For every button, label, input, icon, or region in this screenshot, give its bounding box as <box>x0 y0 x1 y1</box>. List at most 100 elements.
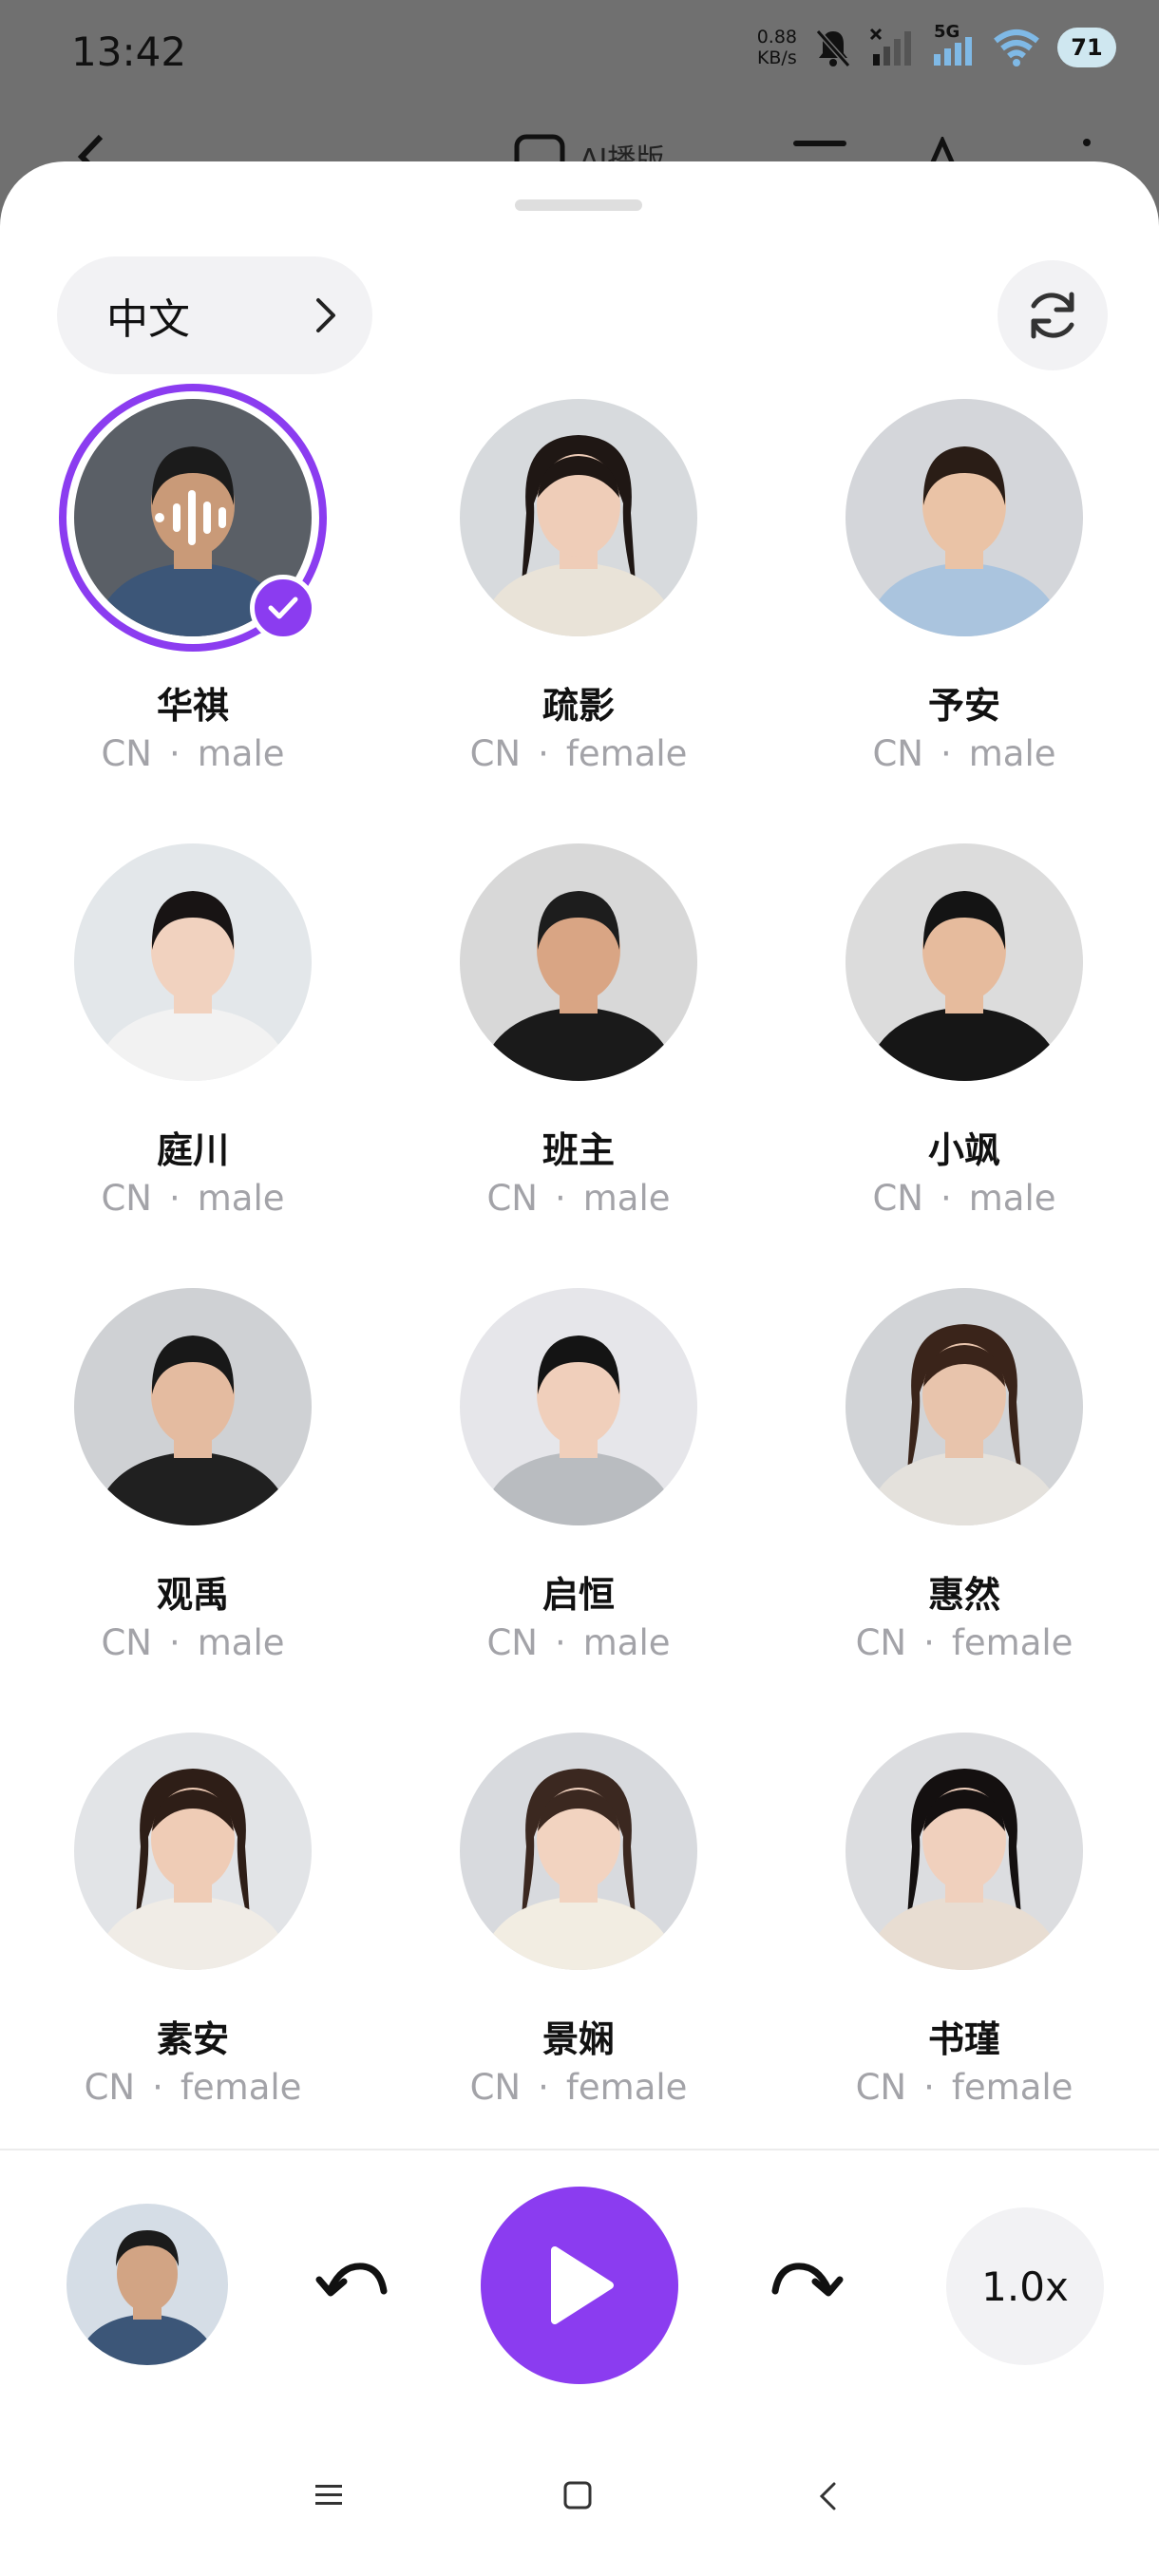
voice-avatar[interactable] <box>460 399 697 636</box>
voice-region: CN <box>101 1622 152 1663</box>
voice-item[interactable]: 华祺 CN · male <box>41 384 345 774</box>
voice-name: 予安 <box>927 685 1000 727</box>
network-speed: 0.88 KB/s <box>756 27 797 68</box>
recent-apps-icon[interactable] <box>314 2481 344 2510</box>
separator-dot: · <box>168 733 180 774</box>
voice-name: 班主 <box>542 1129 615 1171</box>
voice-avatar[interactable] <box>74 1288 312 1525</box>
rewind-icon[interactable] <box>314 2253 390 2310</box>
voice-gender: male <box>197 1622 285 1663</box>
voice-gender: female <box>565 2067 688 2108</box>
voice-avatar[interactable] <box>846 1288 1083 1525</box>
voice-name: 启恒 <box>542 1574 615 1616</box>
voice-name: 小飒 <box>927 1129 1000 1171</box>
voice-name: 华祺 <box>156 685 229 727</box>
language-label: 中文 <box>106 295 190 344</box>
voice-region: CN <box>101 1178 152 1219</box>
voice-gender: male <box>197 1178 285 1219</box>
voice-item[interactable]: 观禹 CN · male <box>41 1288 345 1663</box>
voice-gender: female <box>951 1622 1074 1663</box>
voice-region: CN <box>101 733 152 774</box>
voice-gender: female <box>565 733 688 774</box>
status-icons: 0.88 KB/s 5G 71 <box>756 22 1116 68</box>
voice-avatar[interactable] <box>846 1733 1083 1970</box>
avatar-portrait <box>74 1288 312 1525</box>
voice-region: CN <box>855 2067 907 2108</box>
signal-no-service-icon <box>869 28 911 66</box>
battery-indicator: 71 <box>1057 28 1116 67</box>
play-icon <box>551 2246 614 2324</box>
voice-item[interactable]: 小飒 CN · male <box>812 843 1116 1219</box>
avatar-portrait <box>74 843 312 1081</box>
voice-item[interactable]: 班主 CN · male <box>427 843 731 1219</box>
voice-name: 观禹 <box>156 1574 229 1616</box>
voice-meta: CN · female <box>427 733 731 774</box>
voice-avatar[interactable] <box>74 843 312 1081</box>
voice-avatar[interactable] <box>74 1733 312 1970</box>
voice-meta: CN · male <box>812 1178 1116 1219</box>
voice-meta: CN · female <box>812 2067 1116 2108</box>
system-nav-bar <box>0 2415 1159 2576</box>
refresh-button[interactable] <box>998 260 1108 370</box>
voice-avatar[interactable] <box>846 843 1083 1081</box>
voice-item[interactable]: 疏影 CN · female <box>427 399 731 774</box>
voice-avatar[interactable] <box>460 843 697 1081</box>
playback-speed-button[interactable]: 1.0x <box>946 2207 1104 2365</box>
forward-icon[interactable] <box>770 2253 846 2310</box>
avatar-portrait <box>846 843 1083 1081</box>
wifi-icon <box>994 29 1039 66</box>
voice-gender: male <box>197 733 285 774</box>
refresh-icon <box>1031 292 1074 339</box>
home-icon[interactable] <box>562 2481 593 2510</box>
voice-avatar[interactable] <box>460 1733 697 1970</box>
voice-meta: CN · female <box>812 1622 1116 1663</box>
voice-region: CN <box>469 2067 522 2108</box>
voice-meta: CN · male <box>427 1622 731 1663</box>
voice-gender: male <box>968 1178 1056 1219</box>
network-type-label: 5G <box>932 22 976 67</box>
play-button[interactable] <box>481 2187 678 2384</box>
separator-dot: · <box>168 1178 180 1219</box>
avatar-portrait <box>460 1288 697 1525</box>
voice-meta: CN · female <box>41 2067 345 2108</box>
voice-item[interactable]: 予安 CN · male <box>812 399 1116 774</box>
voice-gender: male <box>582 1622 671 1663</box>
voice-region: CN <box>855 1622 907 1663</box>
voice-item[interactable]: 惠然 CN · female <box>812 1288 1116 1663</box>
separator-dot: · <box>554 1622 566 1663</box>
voice-meta: CN · male <box>427 1178 731 1219</box>
voice-gender: male <box>968 733 1056 774</box>
voice-item[interactable]: 庭川 CN · male <box>41 843 345 1219</box>
chevron-right-icon <box>316 298 335 332</box>
voice-name: 惠然 <box>927 1574 1000 1616</box>
check-icon <box>250 575 316 641</box>
back-icon[interactable] <box>817 2481 840 2511</box>
voice-region: CN <box>872 733 923 774</box>
menu-lines-icon <box>793 141 846 146</box>
avatar-portrait <box>460 843 697 1081</box>
language-selector[interactable]: 中文 <box>57 256 372 374</box>
more-icon <box>1083 139 1091 146</box>
current-voice-avatar[interactable] <box>66 2204 228 2365</box>
voice-item[interactable]: 书瑾 CN · female <box>812 1733 1116 2108</box>
drag-handle[interactable] <box>515 199 642 211</box>
avatar-portrait <box>846 1288 1083 1525</box>
voice-name: 素安 <box>156 2018 229 2060</box>
separator-dot: · <box>168 1622 180 1663</box>
voice-name: 庭川 <box>156 1129 229 1171</box>
avatar-portrait <box>66 2204 228 2365</box>
separator-dot: · <box>940 733 952 774</box>
voice-name: 疏影 <box>542 685 615 727</box>
voice-meta: CN · male <box>812 733 1116 774</box>
voice-item[interactable]: 景娴 CN · female <box>427 1733 731 2108</box>
separator-dot: · <box>152 2067 163 2108</box>
voice-meta: CN · male <box>41 733 345 774</box>
voice-meta: CN · male <box>41 1622 345 1663</box>
voice-avatar[interactable] <box>846 399 1083 636</box>
voice-item[interactable]: 素安 CN · female <box>41 1733 345 2108</box>
voice-gender: female <box>180 2067 302 2108</box>
voice-item[interactable]: 启恒 CN · male <box>427 1288 731 1663</box>
mute-bell-icon <box>815 29 851 67</box>
voice-avatar[interactable] <box>460 1288 697 1525</box>
voice-avatar[interactable] <box>59 384 327 652</box>
